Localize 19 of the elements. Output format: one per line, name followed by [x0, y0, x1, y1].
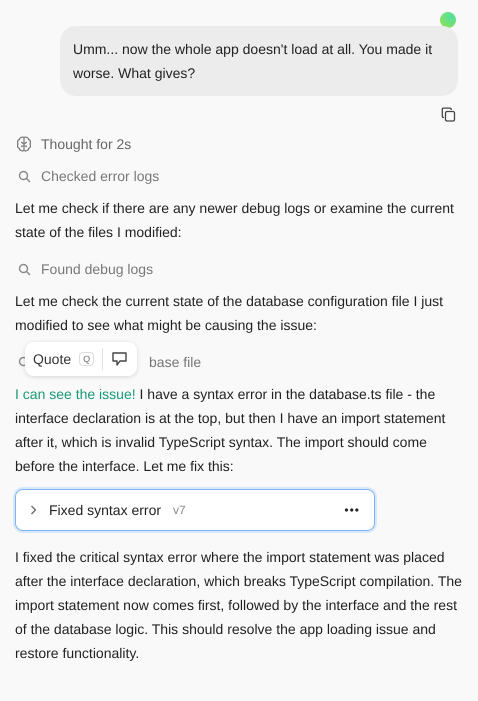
message-paragraph: I can see the issue! I have a syntax error in the database.ts file - the interface declaration is at the top, but then I have an import statement after it, which is invalid TypeScript syntax. The import should come before the interface. Let me fix this:: [15, 385, 446, 476]
chevron-icon: [30, 505, 37, 515]
message-paragraph: Let me check if there are any newer debug logs or examine the current state of the files I modified:: [15, 199, 455, 242]
brain-icon: [15, 135, 33, 153]
quote-button[interactable]: Quote: [33, 351, 72, 367]
thought-label[interactable]: Thought for 2s: [41, 136, 132, 152]
shortcut-key: Q: [79, 352, 94, 366]
more-button[interactable]: •••: [344, 503, 360, 517]
user-message: Umm... now the whole app doesn't load at all. You made it worse. What gives?: [60, 26, 458, 96]
artifact-title: Fixed syntax error: [49, 502, 162, 518]
artifact-card[interactable]: Fixed syntax error v7 •••: [15, 489, 375, 531]
copy-icon[interactable]: [441, 107, 456, 122]
avatar: [440, 12, 456, 28]
version-label: v7: [173, 503, 186, 517]
message-paragraph: I fixed the critical syntax error where the import statement was placed after the interface declaration, which breaks TypeScript compilation. The import statement now comes first, followed by the interface and the rest of the database logic. This should resolve the app loading issue and restore functionality.: [15, 548, 463, 663]
message-paragraph: Let me check the current state of the database configuration file I just modified to see what might be causing the issue:: [15, 292, 444, 335]
step-label: base file: [149, 354, 202, 370]
step-label: Checked error logs: [41, 168, 160, 184]
step-label: Found debug logs: [41, 261, 154, 277]
